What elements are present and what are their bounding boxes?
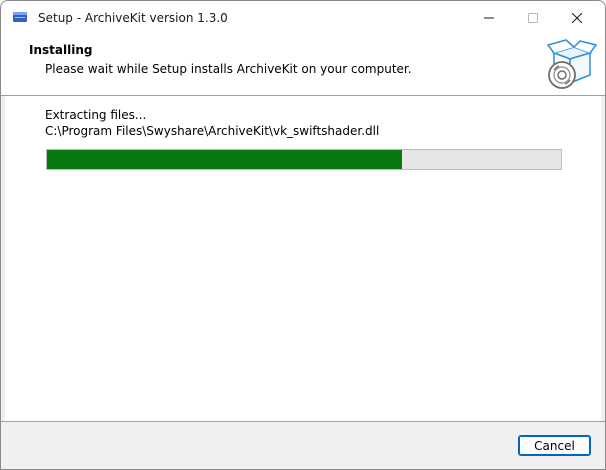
close-icon [572,13,582,23]
setup-app-icon [13,12,27,22]
content-panel [5,96,601,421]
install-progress-fill [47,150,402,169]
window-title: Setup - ArchiveKit version 1.3.0 [38,11,228,25]
status-text: Extracting files... [45,108,147,122]
page-subtitle: Please wait while Setup installs Archive… [45,62,412,76]
close-button[interactable] [554,1,600,35]
software-box-disc-icon [546,39,598,89]
page-title: Installing [29,43,93,57]
footer-divider [1,421,605,422]
minimize-button[interactable] [466,1,512,35]
current-file-path: C:\Program Files\Swyshare\ArchiveKit\vk_… [45,124,380,138]
maximize-icon [528,13,538,23]
install-progress-bar [46,149,562,170]
maximize-button[interactable] [510,1,556,35]
setup-window: Setup - ArchiveKit version 1.3.0 Install… [0,0,606,470]
wizard-header: Installing Please wait while Setup insta… [1,35,605,95]
title-bar[interactable]: Setup - ArchiveKit version 1.3.0 [1,1,605,35]
cancel-button[interactable]: Cancel [518,435,591,456]
minimize-icon [484,17,494,19]
